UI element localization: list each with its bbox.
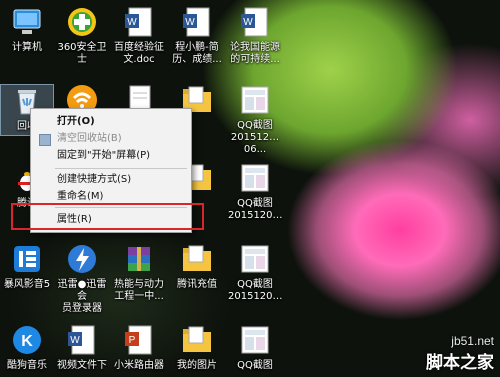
powerpoint-icon: P [123, 324, 155, 356]
media-player-icon [11, 243, 43, 275]
word-document-icon: W [66, 324, 98, 356]
desktop-icon-360-security[interactable]: 360安全卫士 [55, 6, 109, 66]
desktop-icon-video-file[interactable]: W 视频文件下 [55, 324, 109, 372]
icon-label: QQ截图 2015120… [228, 198, 283, 221]
archive-icon [123, 243, 155, 275]
folder-icon [181, 324, 213, 356]
image-file-icon [239, 243, 271, 275]
desktop-icon-computer[interactable]: 计算机 [0, 6, 54, 54]
svg-text:W: W [70, 335, 80, 346]
icon-label: 视频文件下 [57, 360, 107, 371]
computer-icon [11, 6, 43, 38]
menu-item-empty-recycle[interactable]: 清空回收站(B) [57, 132, 122, 146]
desktop-icon-doc-cheng[interactable]: W 程小鹏-简 历、成绩... [170, 6, 224, 66]
icon-label: 百度经验征 文.doc [114, 42, 164, 65]
desktop-icon-doc-baidu[interactable]: W 百度经验征 文.doc [112, 6, 166, 66]
menu-item-label: 清空回收站(B) [57, 133, 122, 144]
image-file-icon [239, 84, 271, 116]
icon-label: 小米路由器 [114, 360, 164, 371]
svg-text:K: K [21, 333, 33, 350]
desktop-icon-qq-screenshot-5[interactable]: QQ截图 [228, 324, 282, 372]
image-file-icon [239, 162, 271, 194]
desktop-icon-qq-screenshot-2[interactable]: QQ截图 2015120… [228, 162, 283, 222]
icon-label: 程小鹏-简 历、成绩... [172, 42, 222, 65]
menu-separator [55, 168, 187, 169]
folder-icon [181, 243, 213, 275]
word-document-icon: W [123, 6, 155, 38]
svg-text:W: W [243, 17, 253, 28]
icon-label: 热能与动力 工程一中... [114, 279, 164, 302]
desktop-icon-doc-lun[interactable]: W 论我国能源 的可持续... [228, 6, 282, 66]
icon-label: 酷狗音乐 [7, 360, 47, 371]
desktop-icon-xiaomi[interactable]: P 小米路由器 [112, 324, 166, 372]
image-file-icon [239, 324, 271, 356]
svg-text:W: W [127, 17, 137, 28]
icon-label: 计算机 [12, 42, 42, 53]
desktop-icon-qq-screenshot-1[interactable]: QQ截图 201512…06... [228, 84, 282, 156]
recycle-small-icon [39, 134, 51, 146]
menu-item-open[interactable]: 打开(O) [57, 115, 95, 129]
svg-text:P: P [129, 335, 136, 346]
desktop-icon-qq-screenshot-3[interactable]: QQ截图 2015120… [228, 243, 283, 303]
icon-label: 迅雷●迅雷会 员登录器 [57, 279, 107, 314]
icon-label: 腾讯充值 [177, 279, 217, 290]
watermark-brand: 脚本之家 [426, 353, 494, 373]
shield-plus-icon [66, 6, 98, 38]
menu-item-create-shortcut[interactable]: 创建快捷方式(S) [57, 173, 131, 187]
watermark: jb51.net 脚本之家 [426, 334, 494, 373]
desktop-icon-tengxun-charge[interactable]: 腾讯充值 [170, 243, 224, 291]
icon-label: 我的图片 [177, 360, 217, 371]
lightning-icon [66, 243, 98, 275]
icon-label: QQ截图 2015120… [228, 279, 283, 302]
desktop-icon-mypic[interactable]: 我的图片 [170, 324, 224, 372]
desktop-icon-baofeng[interactable]: 暴风影音5 [0, 243, 54, 291]
music-k-icon: K [11, 324, 43, 356]
desktop-icon-kugou[interactable]: K 酷狗音乐 [0, 324, 54, 372]
desktop-icon-rigin[interactable]: 热能与动力 工程一中... [112, 243, 166, 303]
icon-label: QQ截图 [237, 360, 273, 371]
menu-item-rename[interactable]: 重命名(M) [57, 190, 103, 204]
word-document-icon: W [239, 6, 271, 38]
icon-label: 论我国能源 的可持续... [230, 42, 280, 65]
icon-label: 暴风影音5 [3, 279, 51, 290]
icon-label: QQ截图 201512…06... [230, 120, 280, 155]
svg-text:W: W [185, 17, 195, 28]
highlight-box [11, 203, 204, 230]
watermark-url: jb51.net [451, 334, 494, 348]
desktop-icon-xunlei[interactable]: 迅雷●迅雷会 员登录器 [55, 243, 109, 315]
word-document-icon: W [181, 6, 213, 38]
menu-item-pin-start[interactable]: 固定到"开始"屏幕(P) [57, 149, 150, 163]
icon-label: 360安全卫士 [57, 42, 107, 65]
